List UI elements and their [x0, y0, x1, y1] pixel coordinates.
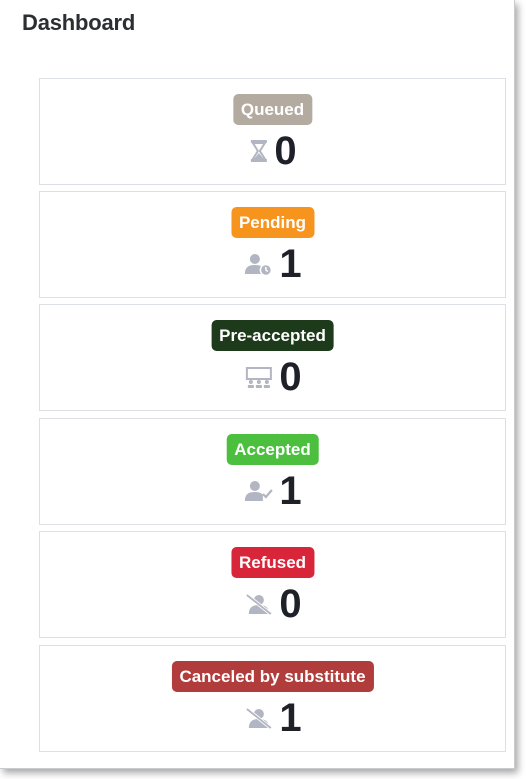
status-card-queued[interactable]: Queued 0 [39, 78, 506, 185]
user-check-icon [243, 479, 273, 503]
status-stat: 0 [248, 129, 297, 173]
status-card-pending[interactable]: Pending 1 [39, 191, 506, 298]
status-count: 1 [279, 469, 302, 513]
user-clock-icon [243, 252, 273, 276]
user-slash-icon [243, 592, 273, 616]
group-board-icon [243, 365, 273, 389]
status-count: 1 [279, 242, 302, 286]
status-badge: Accepted [226, 434, 319, 465]
status-count: 1 [279, 696, 302, 740]
status-count: 0 [279, 582, 302, 626]
status-count: 0 [274, 129, 297, 173]
status-count: 0 [279, 355, 302, 399]
status-badge: Pre-accepted [211, 320, 334, 351]
status-badge: Pending [230, 207, 315, 238]
status-stat: 1 [243, 242, 302, 286]
status-badge: Canceled by substitute [171, 661, 374, 692]
status-stat: 0 [243, 582, 302, 626]
dashboard-panel: Dashboard Queued 0 Pending 1 Pre-accepte… [0, 0, 515, 769]
hourglass-icon [248, 139, 268, 163]
user-slash-icon [243, 706, 273, 730]
status-card-pre-accepted[interactable]: Pre-accepted 0 [39, 304, 506, 411]
status-badge: Refused [230, 547, 315, 578]
status-card-refused[interactable]: Refused 0 [39, 531, 506, 638]
status-stat: 1 [243, 696, 302, 740]
status-badge: Queued [232, 94, 313, 125]
status-card-accepted[interactable]: Accepted 1 [39, 418, 506, 525]
page-title: Dashboard [22, 10, 136, 35]
status-stat: 1 [243, 469, 302, 513]
status-stat: 0 [243, 355, 302, 399]
status-card-canceled-by-substitute[interactable]: Canceled by substitute 1 [39, 645, 506, 752]
